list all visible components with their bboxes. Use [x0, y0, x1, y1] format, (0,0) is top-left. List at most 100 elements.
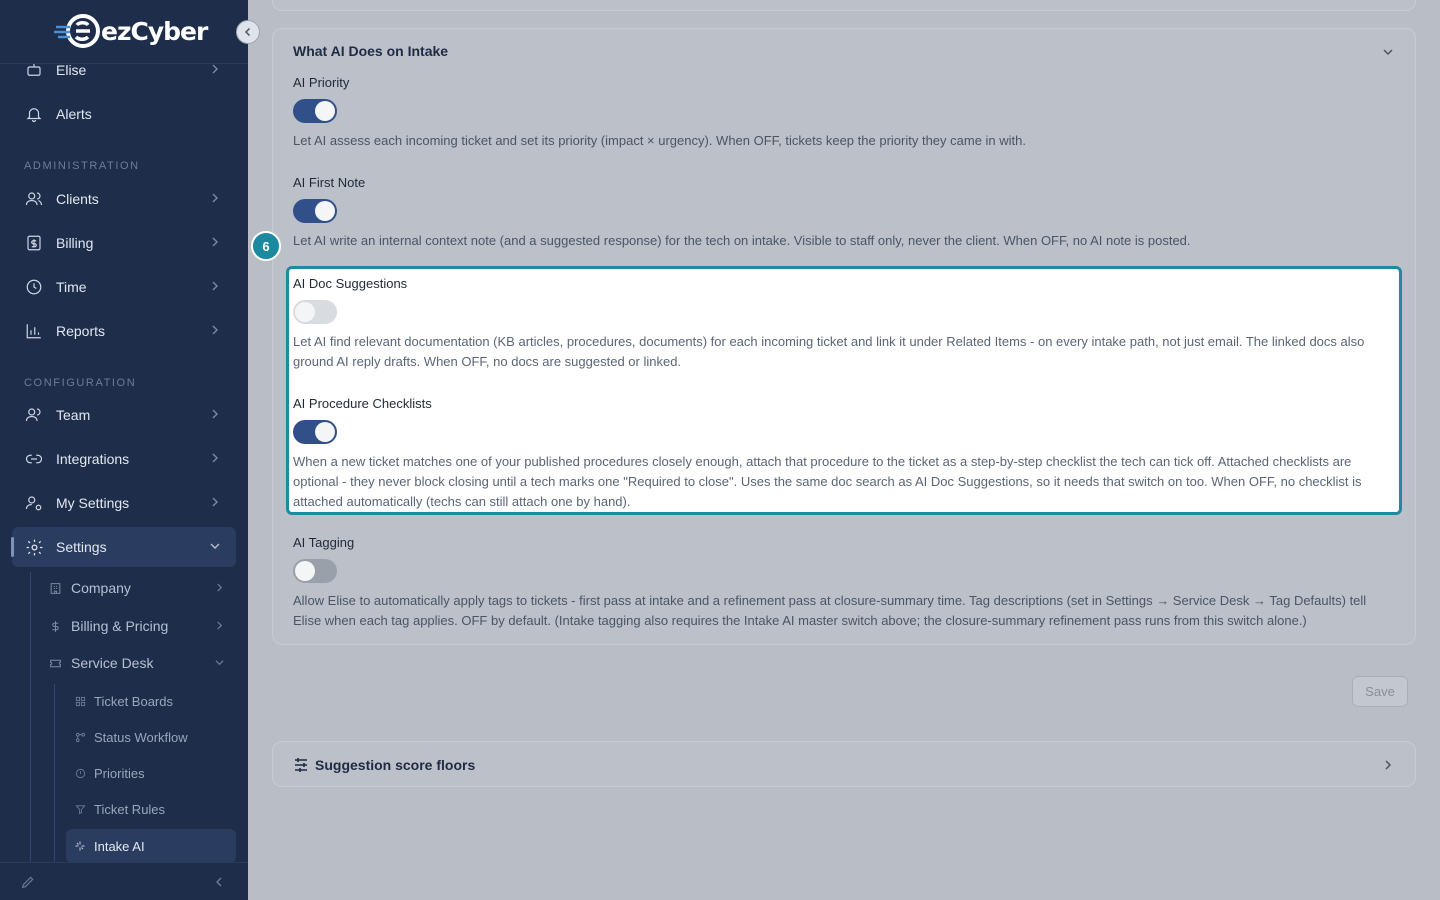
sidebar-item-reports[interactable]: Reports [12, 311, 236, 351]
sidebar-item-label: Settings [56, 539, 107, 555]
bell-icon [24, 104, 44, 124]
toggle-knob [295, 561, 315, 581]
chevron-right-icon [217, 583, 223, 592]
sidebar-item-billing[interactable]: Billing [12, 223, 236, 263]
sidebar-item-team[interactable]: Team [12, 395, 236, 435]
setting-ai-procedure-checklists: AI Procedure Checklists When a new ticke… [293, 396, 1393, 512]
building-icon [48, 581, 62, 595]
chevron-down-icon [210, 543, 220, 549]
sidebar-subitem-status-workflow[interactable]: Status Workflow [66, 720, 236, 754]
sidebar-subitem-company[interactable]: Company [36, 571, 236, 605]
chevron-down-icon[interactable] [1381, 45, 1395, 59]
tour-step-badge: 6 [251, 231, 281, 261]
sidebar-subitem-label: Company [71, 580, 131, 596]
chevron-right-icon [212, 453, 218, 463]
sidebar-item-label: Integrations [56, 451, 130, 467]
sparkle-icon [74, 840, 86, 852]
chevron-right-icon [212, 325, 218, 335]
sidebar-subitem-ticket-rules[interactable]: Ticket Rules [66, 792, 236, 826]
logo-text: ezCyber [101, 16, 208, 46]
gear-icon [24, 537, 44, 557]
setting-description: When a new ticket matches one of your pu… [293, 454, 1362, 509]
tour-highlight: AI Doc Suggestions Let AI find relevant … [286, 266, 1402, 515]
filter-icon [74, 803, 86, 815]
chevron-down-icon [215, 660, 224, 666]
save-button[interactable]: Save [1352, 676, 1408, 707]
chevron-right-icon [212, 237, 218, 247]
sidebar-subitem-priorities[interactable]: Priorities [66, 756, 236, 790]
ai-first-note-toggle[interactable] [293, 199, 337, 223]
pencil-icon[interactable] [20, 874, 36, 890]
setting-ai-doc-suggestions: AI Doc Suggestions Let AI find relevant … [293, 276, 1393, 372]
sidebar-subitem-intake-ai[interactable]: Intake AI [66, 829, 236, 863]
previous-section-card [272, 0, 1416, 11]
chevron-right-icon [1385, 760, 1392, 770]
sidebar-subitem-label: Ticket Rules [94, 801, 166, 817]
toggle-knob [295, 302, 315, 322]
clock-icon [24, 277, 44, 297]
toggle-knob [315, 101, 335, 121]
sidebar-item-label: Clients [56, 191, 99, 207]
ai-doc-suggestions-toggle[interactable] [293, 300, 337, 324]
sidebar-item-label: Elise [56, 62, 87, 78]
team-icon [24, 405, 44, 425]
setting-ai-tagging: AI Tagging Allow Elise to automatically … [293, 535, 1393, 631]
user-gear-icon [24, 493, 44, 513]
sidebar-item-settings[interactable]: Settings [11, 527, 236, 567]
sidebar-item-integrations[interactable]: Integrations [12, 439, 236, 479]
sidebar-item-clients[interactable]: Clients [12, 179, 236, 219]
setting-label: AI Tagging [293, 535, 355, 550]
sidebar-item-label: Time [56, 279, 87, 295]
bar-chart-icon [24, 321, 44, 341]
suggestion-score-floors-card[interactable]: Suggestion score floors [272, 741, 1416, 787]
chevron-right-icon [217, 621, 223, 630]
collapse-sidebar-icon[interactable] [214, 877, 224, 887]
chevron-left-icon [244, 27, 251, 37]
ai-tagging-toggle[interactable] [293, 559, 337, 583]
ai-priority-toggle[interactable] [293, 99, 337, 123]
setting-label: AI Doc Suggestions [293, 276, 408, 291]
setting-label: AI First Note [293, 175, 366, 190]
setting-description: Let AI assess each incoming ticket and s… [293, 133, 1026, 148]
sidebar-subitem-label: Ticket Boards [94, 693, 173, 709]
link-icon [24, 449, 44, 469]
sidebar-subitem-ticket-boards[interactable]: Ticket Boards [66, 684, 236, 718]
ai-procedure-checklists-toggle[interactable] [293, 420, 337, 444]
dollar-doc-icon [24, 233, 44, 253]
tree-line [54, 684, 55, 874]
sidebar: Elise ezCyber Alerts ADMINISTRATION Clie… [0, 0, 248, 900]
chevron-right-icon [212, 497, 218, 507]
ezcyber-logo-icon [54, 14, 100, 48]
toggle-knob [315, 201, 335, 221]
ticket-icon [48, 656, 62, 670]
sidebar-subitem-service-desk[interactable]: Service Desk [36, 646, 236, 680]
sidebar-item-my-settings[interactable]: My Settings [12, 483, 236, 523]
tree-line [30, 572, 31, 872]
sidebar-item-label: Billing [56, 235, 94, 251]
sidebar-footer [0, 862, 248, 900]
dollar-icon [48, 619, 62, 633]
workflow-icon [74, 731, 86, 743]
sidebar-subitem-label: Priorities [94, 765, 145, 781]
setting-ai-priority: AI Priority Let AI assess each incoming … [293, 75, 1393, 151]
card-title: Suggestion score floors [315, 757, 476, 773]
setting-ai-first-note: AI First Note Let AI write an internal c… [293, 175, 1393, 251]
chevron-right-icon [212, 193, 218, 203]
sidebar-collapse-button[interactable] [236, 20, 260, 44]
sidebar-item-alerts[interactable]: Alerts [12, 94, 236, 134]
alert-circle-icon [74, 767, 86, 779]
section-label-configuration: CONFIGURATION [24, 377, 137, 389]
sidebar-subitem-billing-pricing[interactable]: Billing & Pricing [36, 609, 236, 643]
sliders-icon [295, 758, 307, 772]
logo[interactable]: ezCyber [54, 12, 208, 50]
chevron-right-icon [212, 281, 218, 291]
sidebar-subitem-label: Intake AI [94, 838, 145, 854]
toggle-knob [315, 422, 335, 442]
setting-label: AI Priority [293, 75, 350, 90]
setting-description: Let AI write an internal context note (a… [293, 233, 1191, 248]
sidebar-item-time[interactable]: Time [12, 267, 236, 307]
sidebar-subitem-label: Status Workflow [94, 729, 188, 745]
setting-description: Allow Elise to automatically apply tags … [293, 593, 1367, 628]
section-label-administration: ADMINISTRATION [24, 160, 140, 172]
setting-label: AI Procedure Checklists [293, 396, 432, 411]
